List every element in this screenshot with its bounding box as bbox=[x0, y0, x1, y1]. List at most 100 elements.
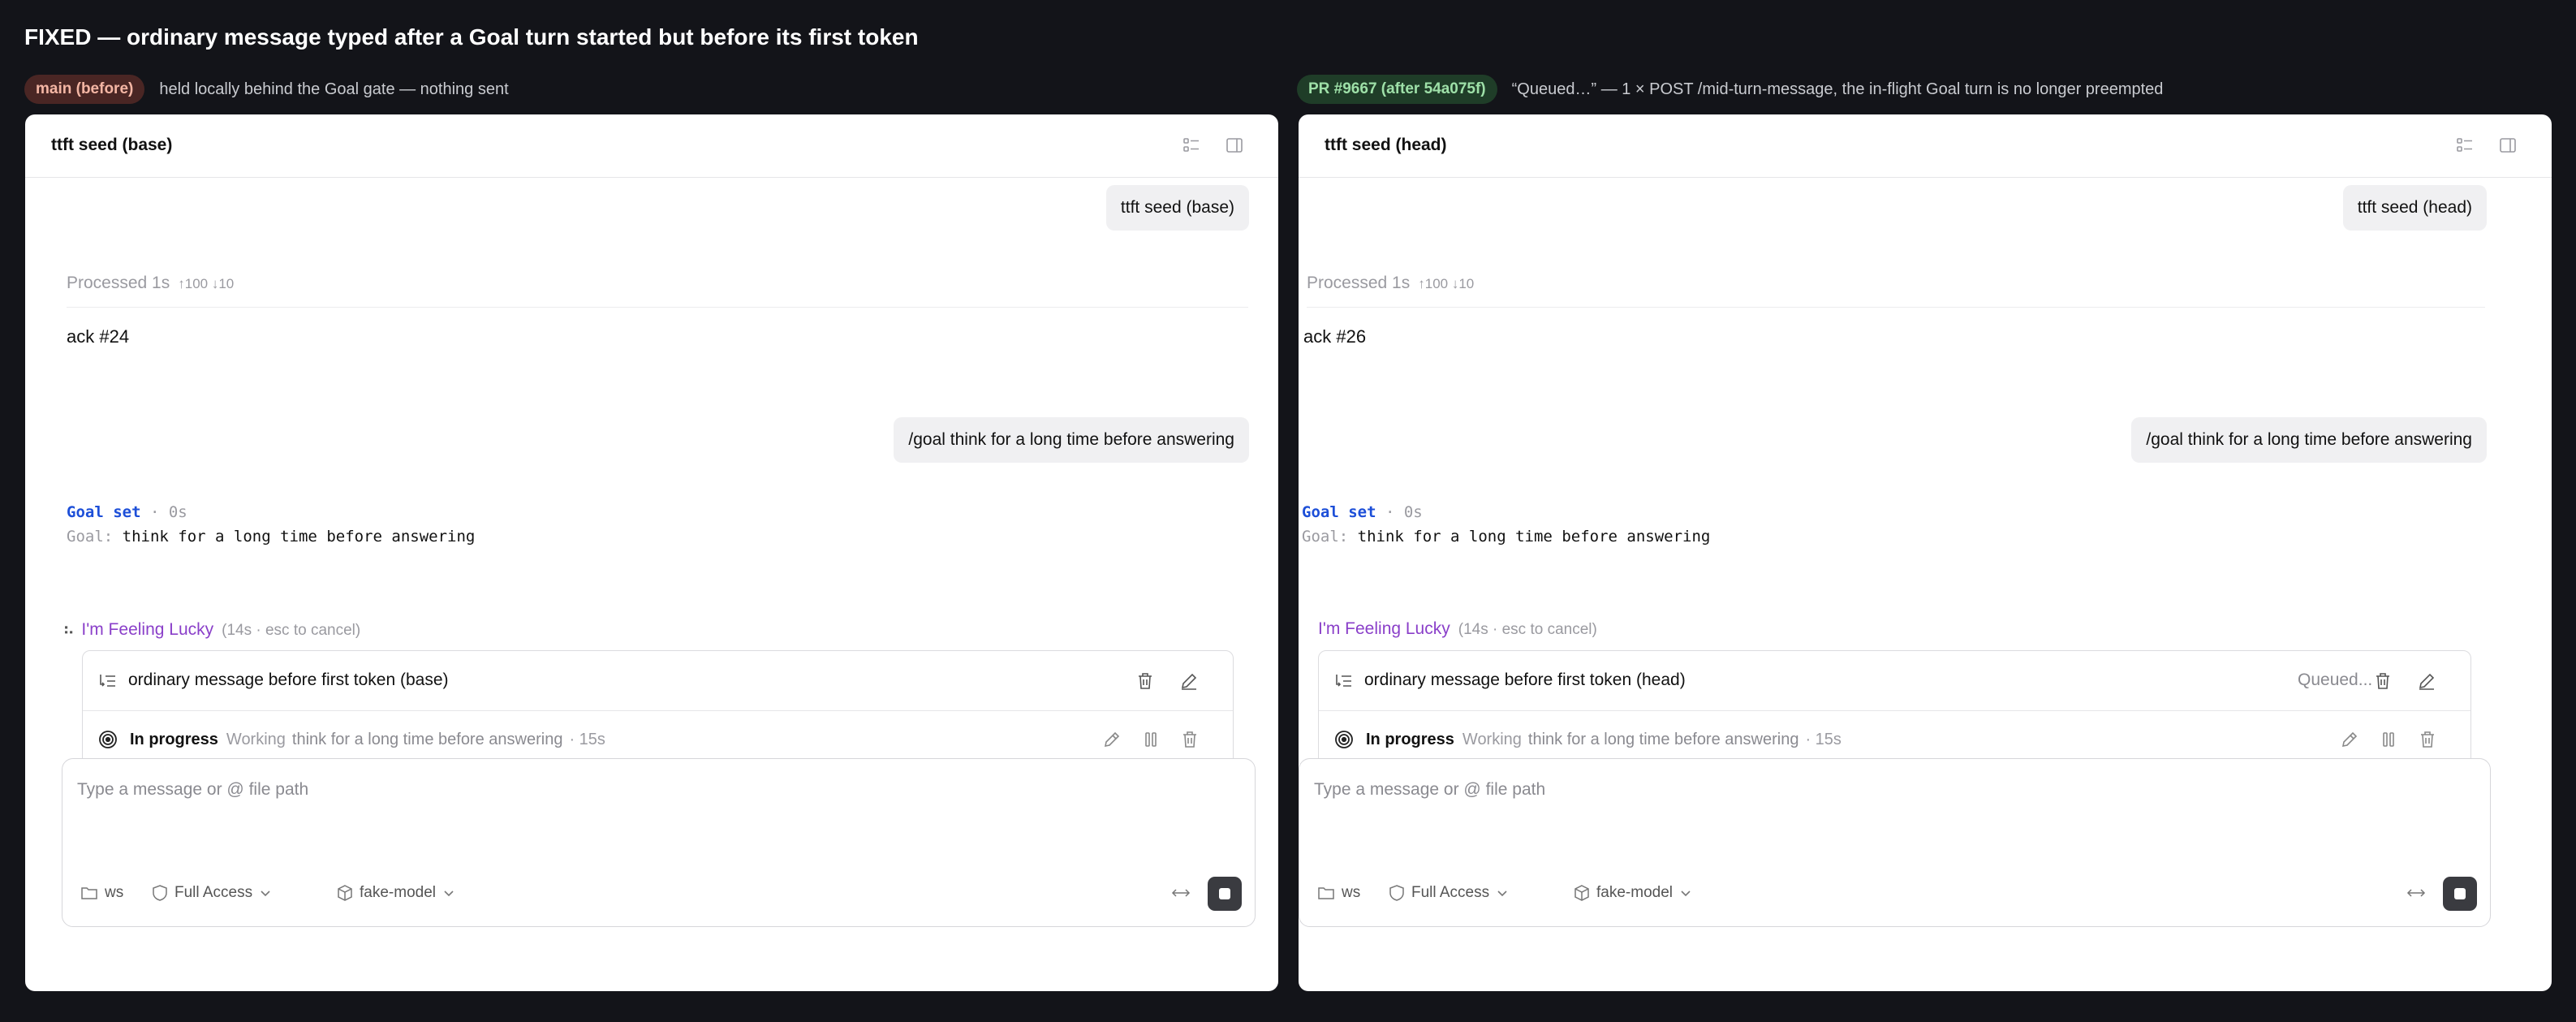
progress-label: In progress bbox=[130, 731, 218, 748]
model-selector[interactable]: fake-model bbox=[337, 881, 455, 905]
goal-key: Goal: bbox=[67, 528, 114, 545]
lucky-label: I'm Feeling Lucky bbox=[81, 620, 214, 639]
thread-title: ttft seed (head) bbox=[1325, 136, 1447, 154]
sidebar-toggle-icon[interactable] bbox=[1225, 136, 1244, 155]
shield-icon bbox=[1389, 885, 1404, 901]
queued-message-text: ordinary message before first token (hea… bbox=[1364, 671, 1686, 689]
before-badge: main (before) bbox=[24, 75, 145, 104]
folder-label: ws bbox=[1342, 884, 1361, 901]
trash-icon[interactable] bbox=[2372, 671, 2393, 692]
panel-header: ttft seed (head) bbox=[1299, 114, 2552, 178]
stop-button[interactable] bbox=[1208, 877, 1242, 911]
panel-before: ttft seed (base) ttft seed (base) Proces… bbox=[25, 114, 1278, 991]
goal-value: think for a long time before answering bbox=[122, 528, 476, 545]
after-badge: PR #9667 (after 54a075f) bbox=[1297, 75, 1497, 104]
folder-selector[interactable]: ws bbox=[80, 881, 123, 905]
pause-icon[interactable] bbox=[1140, 729, 1161, 750]
progress-working: Working bbox=[226, 731, 286, 748]
caption-before: main (before) held locally behind the Go… bbox=[24, 73, 509, 106]
goal-command-message: /goal think for a long time before answe… bbox=[894, 417, 1249, 463]
lucky-status: ⠦ I'm Feeling Lucky (14s · esc to cancel) bbox=[62, 619, 360, 640]
panel-header: ttft seed (base) bbox=[25, 114, 1278, 178]
goal-key: Goal: bbox=[1302, 528, 1349, 545]
goal-set-label: Goal set bbox=[1302, 503, 1376, 521]
goal-set-meta: · 0s bbox=[1385, 503, 1423, 521]
progress-time: · 15s bbox=[1805, 731, 1842, 748]
shield-icon bbox=[153, 885, 167, 901]
model-selector[interactable]: fake-model bbox=[1574, 881, 1692, 905]
access-label: Full Access bbox=[174, 884, 253, 901]
token-count: ↑100 ↓10 bbox=[178, 276, 235, 291]
trash-icon[interactable] bbox=[1179, 729, 1200, 750]
goal-command-message: /goal think for a long time before answe… bbox=[2131, 417, 2487, 463]
goal-set-line: Goal set · 0s bbox=[1302, 503, 1423, 521]
divider bbox=[1307, 307, 2485, 308]
list-icon[interactable] bbox=[1182, 136, 1201, 155]
queue-icon bbox=[97, 671, 118, 692]
pencil-icon[interactable] bbox=[1101, 729, 1122, 750]
queued-message-row: ordinary message before first token (hea… bbox=[1319, 651, 2470, 711]
stop-button[interactable] bbox=[2443, 877, 2477, 911]
goal-set-line: Goal set · 0s bbox=[67, 503, 187, 521]
lucky-hint: (14s · esc to cancel) bbox=[1458, 621, 1597, 638]
processed-label: Processed 1s bbox=[67, 274, 170, 292]
progress-working: Working bbox=[1462, 731, 1522, 748]
message-input[interactable] bbox=[77, 774, 1240, 806]
trash-icon[interactable] bbox=[1135, 671, 1156, 692]
trash-icon[interactable] bbox=[2417, 729, 2438, 750]
spinner-icon: ⠦ bbox=[62, 620, 75, 639]
composer: ws Full Access fake-model bbox=[62, 758, 1256, 927]
token-count: ↑100 ↓10 bbox=[1418, 276, 1475, 291]
progress-goal: think for a long time before answering bbox=[291, 731, 563, 748]
cube-icon bbox=[338, 885, 352, 901]
goal-progress-text: In progress Working think for a long time … bbox=[1366, 731, 1842, 749]
queue-card: ordinary message before first token (hea… bbox=[1318, 650, 2471, 772]
edit-icon[interactable] bbox=[2416, 671, 2437, 692]
sidebar-toggle-icon[interactable] bbox=[2498, 136, 2518, 155]
stop-icon bbox=[2454, 888, 2466, 899]
goal-set-meta: · 0s bbox=[149, 503, 187, 521]
list-icon[interactable] bbox=[2455, 136, 2475, 155]
message-input[interactable] bbox=[1314, 774, 2475, 806]
folder-icon bbox=[1318, 887, 1334, 899]
divider bbox=[67, 307, 1248, 308]
queued-status: Queued... bbox=[2298, 671, 2373, 689]
goal-description-line: Goal: think for a long time before answe… bbox=[67, 528, 475, 545]
assistant-message: ack #26 bbox=[1303, 326, 1367, 347]
goal-set-label: Goal set bbox=[67, 503, 141, 521]
expand-icon[interactable] bbox=[2406, 881, 2427, 905]
panel-after: ttft seed (head) ttft seed (head) Proces… bbox=[1299, 114, 2552, 991]
pause-icon[interactable] bbox=[2378, 729, 2399, 750]
lucky-hint: (14s · esc to cancel) bbox=[222, 622, 361, 639]
folder-selector[interactable]: ws bbox=[1317, 881, 1360, 905]
expand-icon[interactable] bbox=[1170, 881, 1191, 905]
queued-message-text: ordinary message before first token (bas… bbox=[128, 671, 449, 689]
edit-icon[interactable] bbox=[1178, 671, 1200, 692]
access-selector[interactable]: Full Access bbox=[1389, 881, 1509, 905]
model-label: fake-model bbox=[1596, 884, 1673, 901]
chevron-down-icon bbox=[1497, 890, 1507, 897]
stop-icon bbox=[1219, 888, 1230, 899]
user-message: ttft seed (head) bbox=[2342, 185, 2487, 231]
queue-card: ordinary message before first token (bas… bbox=[82, 650, 1234, 772]
pencil-icon[interactable] bbox=[2339, 729, 2360, 750]
thread-title: ttft seed (base) bbox=[51, 136, 173, 154]
caption-text: “Queued…” — 1 × POST /mid-turn-message, … bbox=[1511, 80, 2164, 98]
progress-label: In progress bbox=[1366, 731, 1454, 748]
composer: ws Full Access fake-model bbox=[1299, 758, 2491, 927]
caption-after: PR #9667 (after 54a075f) “Queued…” — 1 ×… bbox=[1297, 73, 2163, 106]
target-icon bbox=[97, 729, 118, 750]
access-selector[interactable]: Full Access bbox=[152, 881, 272, 905]
model-label: fake-model bbox=[360, 884, 436, 901]
page-title: FIXED — ordinary message typed after a G… bbox=[24, 24, 919, 50]
assistant-message: ack #24 bbox=[67, 326, 130, 347]
lucky-status: I'm Feeling Lucky (14s · esc to cancel) bbox=[1318, 619, 1597, 639]
processed-status: Processed 1s ↑100 ↓10 bbox=[67, 274, 234, 293]
chevron-down-icon bbox=[261, 890, 270, 897]
access-label: Full Access bbox=[1411, 884, 1490, 901]
processed-label: Processed 1s bbox=[1307, 274, 1411, 292]
folder-icon bbox=[81, 887, 97, 899]
folder-label: ws bbox=[105, 884, 124, 901]
target-icon bbox=[1333, 729, 1355, 750]
lucky-label: I'm Feeling Lucky bbox=[1318, 619, 1450, 638]
